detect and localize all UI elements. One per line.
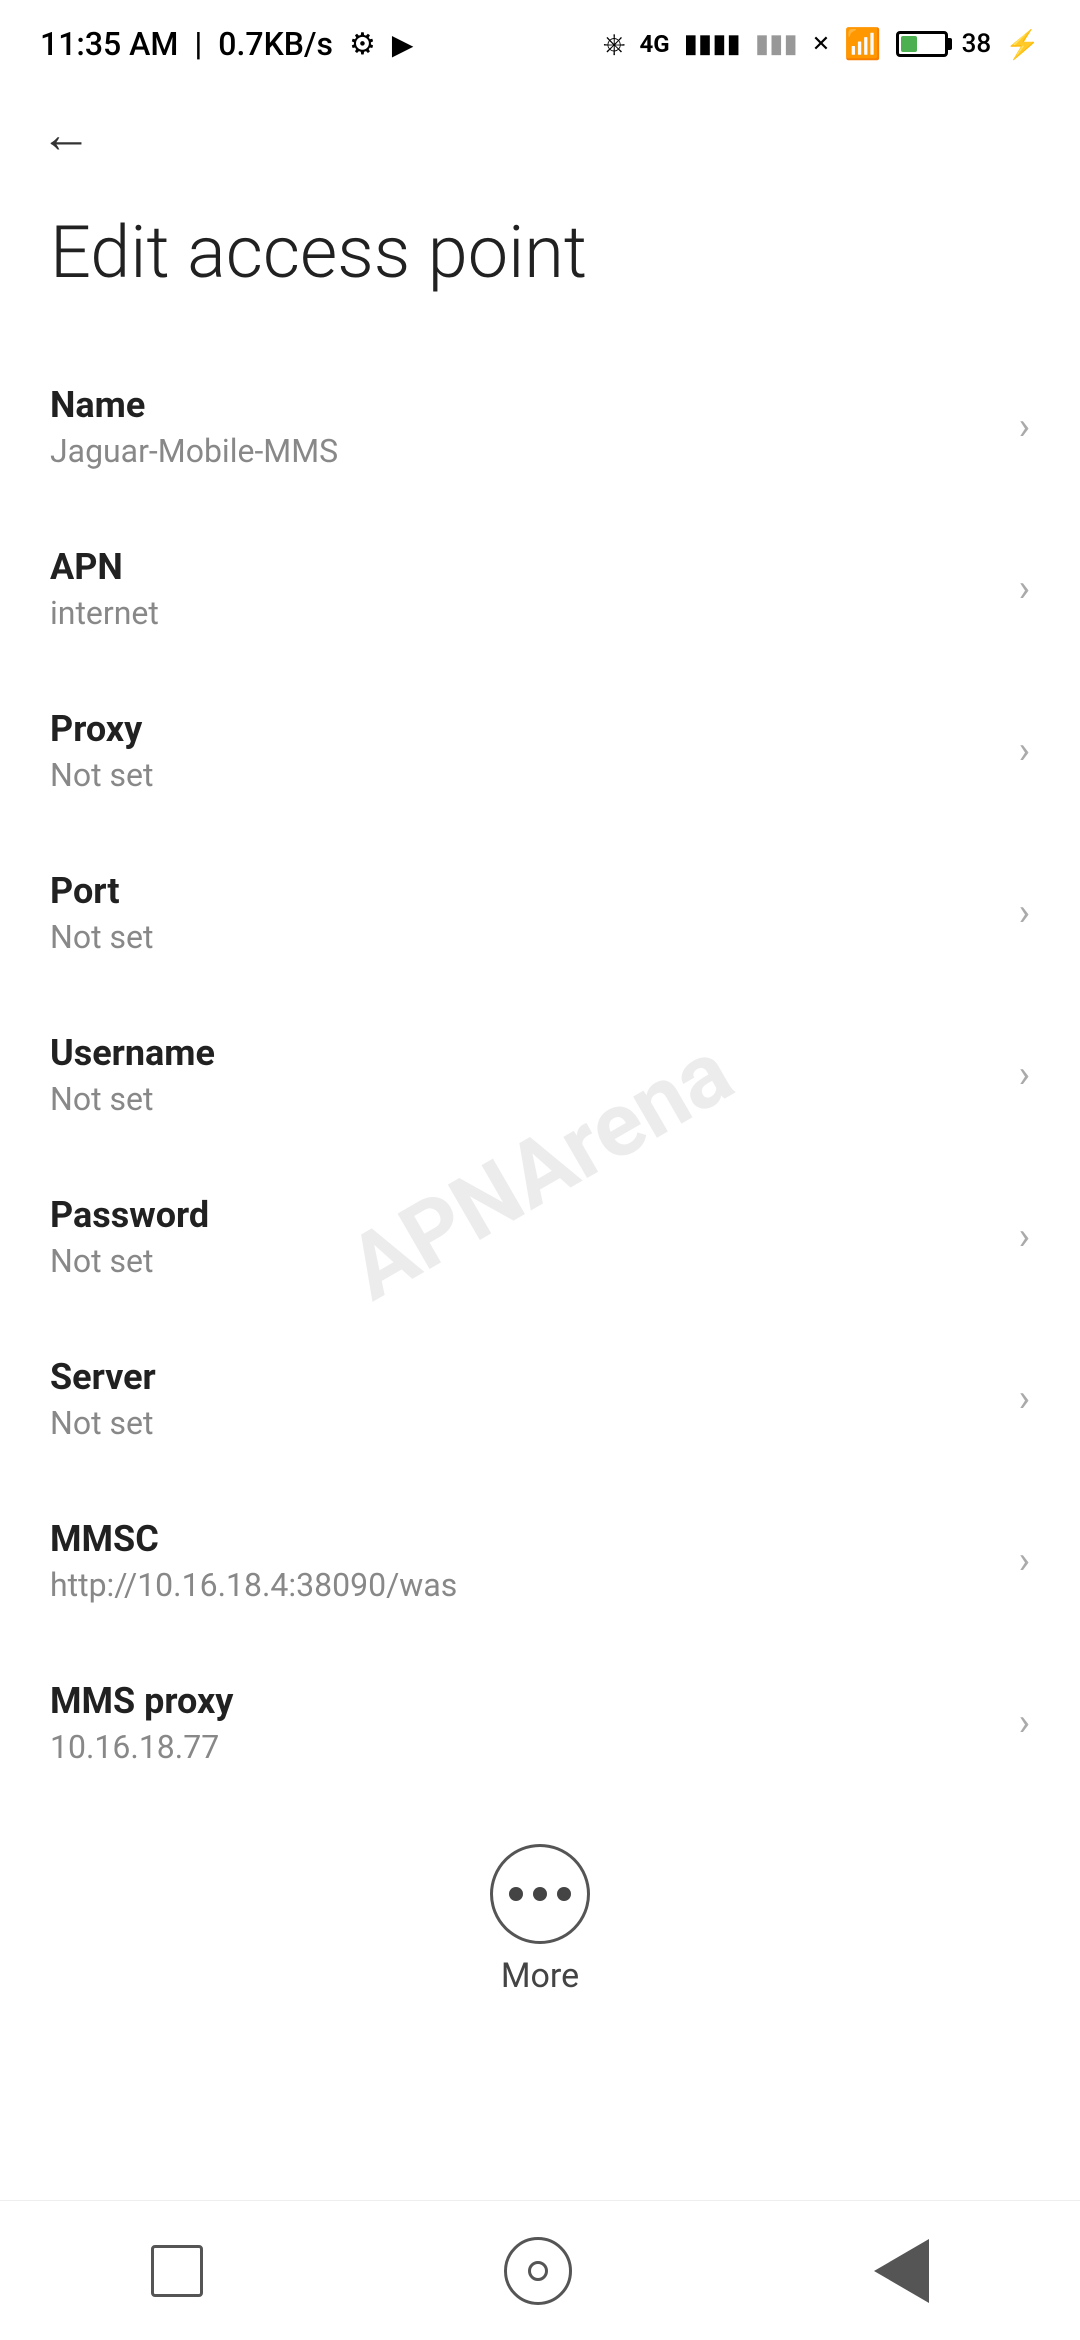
settings-item-content: MMSC http://10.16.18.4:38090/was [50, 1518, 999, 1604]
chevron-right-icon-3: › [1019, 891, 1030, 935]
signal-4g-icon: 4G [639, 30, 669, 58]
home-icon-inner [528, 2261, 548, 2281]
settings-item-content: Name Jaguar-Mobile-MMS [50, 384, 999, 470]
settings-item-content: Server Not set [50, 1356, 999, 1442]
settings-item-label-3: Port [50, 870, 999, 912]
settings-item-value-2: Not set [50, 756, 999, 794]
settings-item-label-0: Name [50, 384, 999, 426]
signal-bars-icon: ▮▮▮▮ [684, 29, 741, 59]
settings-item-content: MMS proxy 10.16.18.77 [50, 1680, 999, 1766]
battery-percent: 38 [962, 29, 992, 59]
back-button[interactable]: ← [40, 109, 92, 161]
signal-bars2-icon: ▮▮▮ [755, 29, 798, 59]
status-right: ⎈ 4G ▮▮▮▮ ▮▮▮ ✕ 📶 38 ⚡ [603, 27, 1040, 62]
settings-item-value-3: Not set [50, 918, 999, 956]
settings-item-value-0: Jaguar-Mobile-MMS [50, 432, 999, 470]
time-display: 11:35 AM [40, 25, 178, 63]
settings-item-value-6: Not set [50, 1404, 999, 1442]
settings-item-proxy[interactable]: Proxy Not set › [0, 670, 1080, 832]
back-nav-icon [874, 2239, 929, 2303]
dot2 [533, 1887, 547, 1901]
chevron-right-icon-6: › [1019, 1377, 1030, 1421]
settings-item-value-7: http://10.16.18.4:38090/was [50, 1566, 999, 1604]
video-icon: ▶ [392, 28, 414, 61]
settings-item-value-4: Not set [50, 1080, 999, 1118]
settings-item-value-1: internet [50, 594, 999, 632]
more-dots-icon [509, 1887, 571, 1901]
chevron-right-icon-8: › [1019, 1701, 1030, 1745]
settings-item-port[interactable]: Port Not set › [0, 832, 1080, 994]
settings-item-content: Password Not set [50, 1194, 999, 1280]
status-bar: 11:35 AM | 0.7KB/s ⚙ ▶ ⎈ 4G ▮▮▮▮ ▮▮▮ ✕ 📶… [0, 0, 1080, 80]
settings-item-label-2: Proxy [50, 708, 999, 750]
settings-item-content: Port Not set [50, 870, 999, 956]
speed-display: | [194, 25, 202, 63]
navigation-bar [0, 2200, 1080, 2340]
page-title-section: Edit access point [0, 180, 1080, 346]
chevron-right-icon-7: › [1019, 1539, 1030, 1583]
status-left: 11:35 AM | 0.7KB/s ⚙ ▶ [40, 25, 413, 63]
recent-apps-icon [151, 2245, 203, 2297]
home-icon [504, 2237, 572, 2305]
settings-item-value-5: Not set [50, 1242, 999, 1280]
bluetooth-icon: ⎈ [603, 27, 625, 61]
more-button-area: More [0, 1804, 1080, 2026]
settings-item-name[interactable]: Name Jaguar-Mobile-MMS › [0, 346, 1080, 508]
dot1 [509, 1887, 523, 1901]
dot3 [557, 1887, 571, 1901]
settings-item-apn[interactable]: APN internet › [0, 508, 1080, 670]
settings-item-mms-proxy[interactable]: MMS proxy 10.16.18.77 › [0, 1642, 1080, 1804]
settings-list: Name Jaguar-Mobile-MMS › APN internet › … [0, 346, 1080, 1804]
page-title: Edit access point [50, 210, 1030, 296]
settings-item-server[interactable]: Server Not set › [0, 1318, 1080, 1480]
settings-item-value-8: 10.16.18.77 [50, 1728, 999, 1766]
chevron-right-icon-4: › [1019, 1053, 1030, 1097]
chevron-right-icon-2: › [1019, 729, 1030, 773]
settings-item-content: Username Not set [50, 1032, 999, 1118]
settings-item-label-8: MMS proxy [50, 1680, 999, 1722]
settings-item-username[interactable]: Username Not set › [0, 994, 1080, 1156]
chevron-right-icon-5: › [1019, 1215, 1030, 1259]
bolt-icon: ⚡ [1005, 28, 1040, 61]
recent-apps-button[interactable] [151, 2245, 203, 2297]
battery-fill [901, 36, 917, 52]
more-label: More [501, 1956, 579, 1996]
settings-item-content: APN internet [50, 546, 999, 632]
settings-item-label-1: APN [50, 546, 999, 588]
settings-item-label-6: Server [50, 1356, 999, 1398]
signal-x-icon: ✕ [812, 32, 830, 57]
home-button[interactable] [504, 2237, 572, 2305]
settings-item-content: Proxy Not set [50, 708, 999, 794]
settings-item-password[interactable]: Password Not set › [0, 1156, 1080, 1318]
wifi-icon: 📶 [844, 27, 881, 62]
chevron-right-icon-1: › [1019, 567, 1030, 611]
settings-item-mmsc[interactable]: MMSC http://10.16.18.4:38090/was › [0, 1480, 1080, 1642]
back-nav-button[interactable] [874, 2239, 929, 2303]
settings-item-label-4: Username [50, 1032, 999, 1074]
settings-icon: ⚙ [349, 27, 376, 62]
more-button[interactable] [490, 1844, 590, 1944]
battery-icon [896, 31, 948, 57]
chevron-right-icon-0: › [1019, 405, 1030, 449]
settings-item-label-5: Password [50, 1194, 999, 1236]
top-navigation: ← [0, 80, 1080, 180]
network-speed: 0.7KB/s [218, 25, 333, 63]
settings-item-label-7: MMSC [50, 1518, 999, 1560]
